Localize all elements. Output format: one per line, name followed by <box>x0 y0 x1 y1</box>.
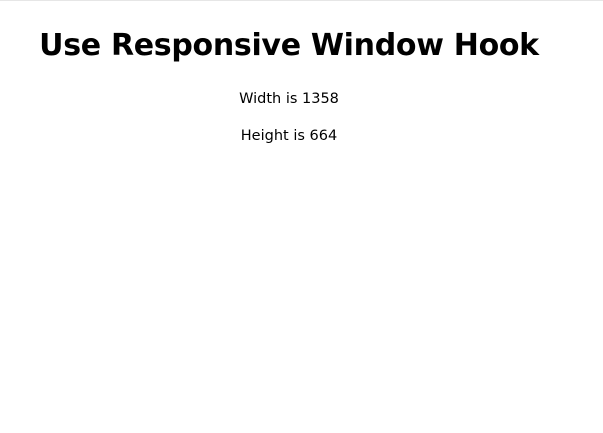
page-title: Use Responsive Window Hook <box>39 28 539 63</box>
responsive-window-hook-page: Use Responsive Window Hook Width is 1358… <box>0 0 578 433</box>
window-height-readout: Height is 664 <box>240 128 338 144</box>
window-width-readout: Width is 1358 <box>239 91 339 107</box>
